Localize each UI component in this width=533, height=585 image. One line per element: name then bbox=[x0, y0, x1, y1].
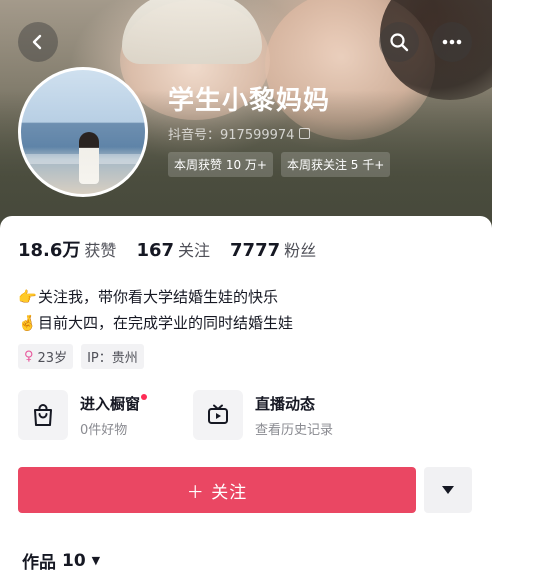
ip-tag: IP：贵州 bbox=[81, 344, 144, 369]
following-stat[interactable]: 167 关注 bbox=[136, 237, 210, 261]
bio: 👉 关注我，带你看大学结婚生娃的快乐 🤞 目前大四，在完成学业的同时结婚生娃 bbox=[18, 284, 293, 336]
bio-line: 🤞 目前大四，在完成学业的同时结婚生娃 bbox=[18, 310, 293, 336]
works-tab-label: 作品 bbox=[22, 553, 56, 573]
nickname: 学生小黎妈妈 bbox=[168, 86, 331, 116]
caret-down-icon: ▼ bbox=[91, 554, 101, 567]
back-button[interactable] bbox=[18, 22, 58, 62]
age-text: 23岁 bbox=[37, 351, 68, 366]
live-updates-subtitle: 查看历史记录 bbox=[255, 422, 334, 438]
weekly-stats-tags: 本周获赞 10 万+ 本周获关注 5 千+ bbox=[168, 152, 391, 177]
caret-down-icon bbox=[442, 486, 454, 494]
stats-row: 18.6万 获赞 167 关注 7777 粉丝 bbox=[18, 236, 336, 262]
weekly-followers-tag: 本周获关注 5 千+ bbox=[280, 152, 391, 177]
cover-photo-baby-hat bbox=[122, 0, 262, 64]
tab-works[interactable]: 作品 10 ▼ bbox=[22, 548, 101, 574]
followers-label: 粉丝 bbox=[284, 241, 317, 260]
works-count: 10 bbox=[62, 550, 86, 571]
follow-button[interactable]: ＋ 关注 bbox=[18, 467, 416, 513]
following-label: 关注 bbox=[178, 241, 211, 260]
bio-text: 关注我，带你看大学结婚生娃的快乐 bbox=[38, 288, 279, 306]
back-chevron-icon bbox=[32, 34, 42, 50]
avatar[interactable] bbox=[18, 67, 148, 197]
shop-window-title: 进入橱窗 bbox=[80, 393, 148, 414]
shop-window-entry[interactable]: 进入橱窗 0件好物 bbox=[18, 390, 193, 440]
copy-icon[interactable] bbox=[299, 128, 311, 139]
followers-stat[interactable]: 7777 粉丝 bbox=[230, 237, 316, 261]
bio-text: 目前大四，在完成学业的同时结婚生娃 bbox=[38, 314, 294, 332]
female-icon: ♀ bbox=[24, 349, 34, 364]
shop-window-label: 进入橱窗 bbox=[80, 394, 141, 413]
avatar-person bbox=[79, 132, 99, 184]
profile-card: 18.6万 获赞 167 关注 7777 粉丝 👉 关注我，带你看大学结婚生娃的… bbox=[0, 216, 492, 585]
search-icon bbox=[390, 33, 409, 52]
douyin-id[interactable]: 抖音号：917599974 bbox=[168, 124, 311, 143]
more-button[interactable] bbox=[432, 22, 472, 62]
tv-icon bbox=[193, 390, 243, 440]
likes-label: 获赞 bbox=[84, 241, 117, 260]
notification-dot bbox=[141, 393, 148, 400]
crossed-fingers-icon: 🤞 bbox=[18, 314, 37, 332]
recommend-dropdown-button[interactable] bbox=[424, 467, 472, 513]
followers-count: 7777 bbox=[230, 240, 281, 261]
shop-window-subtitle: 0件好物 bbox=[80, 422, 128, 438]
live-updates-entry[interactable]: 直播动态 查看历史记录 bbox=[193, 390, 368, 440]
douyin-id-text: 抖音号：917599974 bbox=[168, 128, 295, 143]
search-button[interactable] bbox=[379, 22, 419, 62]
feature-entries: 进入橱窗 0件好物 直播动态 查看历史记录 bbox=[18, 390, 368, 440]
likes-count: 18.6万 bbox=[18, 240, 81, 261]
meta-tags: ♀ 23岁 IP：贵州 bbox=[18, 344, 144, 369]
bio-line: 👉 关注我，带你看大学结婚生娃的快乐 bbox=[18, 284, 293, 310]
following-count: 167 bbox=[136, 240, 175, 261]
live-updates-title: 直播动态 bbox=[255, 394, 316, 413]
shopping-bag-icon bbox=[18, 390, 68, 440]
likes-stat[interactable]: 18.6万 获赞 bbox=[18, 236, 116, 262]
pointing-hand-icon: 👉 bbox=[18, 288, 37, 306]
age-tag: ♀ 23岁 bbox=[18, 344, 74, 369]
weekly-likes-tag: 本周获赞 10 万+ bbox=[168, 152, 273, 177]
ip-text: IP：贵州 bbox=[87, 351, 138, 366]
more-icon bbox=[442, 39, 462, 45]
